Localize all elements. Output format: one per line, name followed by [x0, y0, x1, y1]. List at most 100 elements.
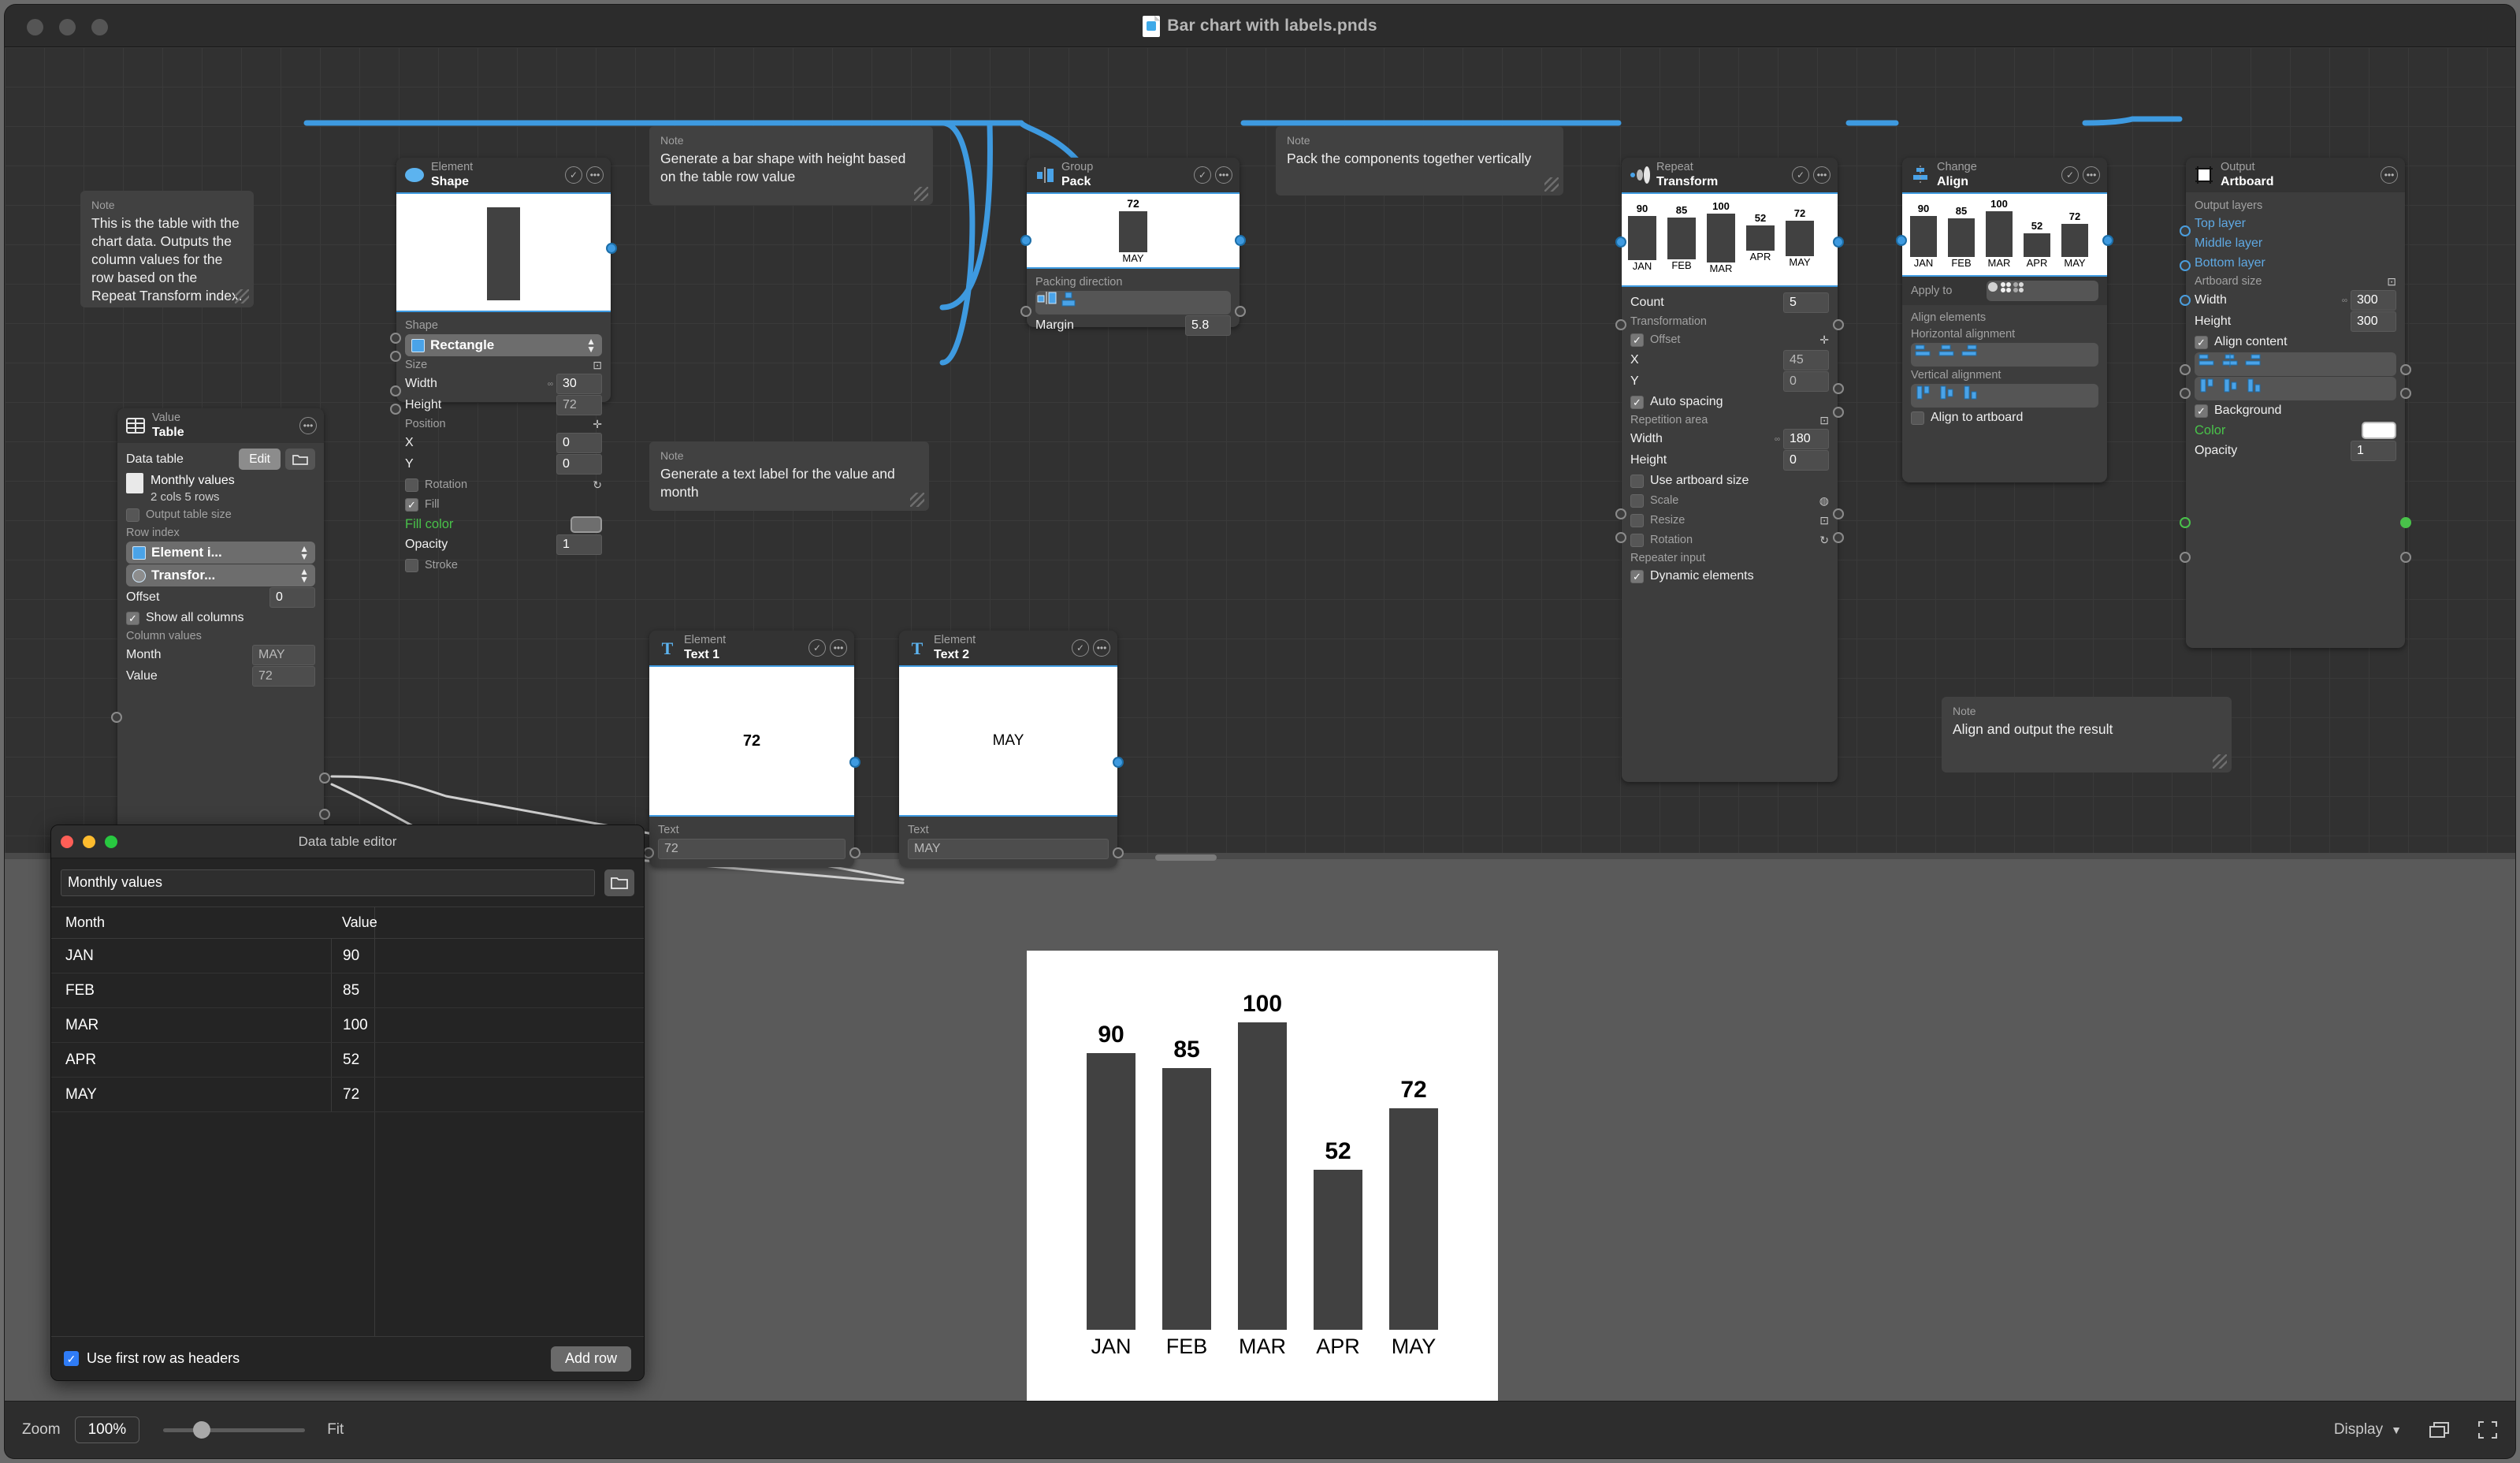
- port-ab-width-out[interactable]: [2400, 364, 2411, 375]
- zoom-slider-track[interactable]: [163, 1428, 306, 1432]
- table-cell-value[interactable]: 100: [331, 1008, 644, 1042]
- x-field[interactable]: 0: [556, 433, 602, 453]
- table-name-input[interactable]: Monthly values: [61, 869, 595, 896]
- artboard-v-align-row[interactable]: [2195, 377, 2396, 400]
- table-cell-value[interactable]: 52: [331, 1043, 644, 1077]
- use-artboard-size-row[interactable]: Use artboard size: [1630, 471, 1829, 490]
- port-repeat-out[interactable]: [1833, 236, 1844, 248]
- resize-row[interactable]: Resize ⊡: [1630, 511, 1829, 530]
- fit-button[interactable]: Fit: [327, 1421, 344, 1439]
- count-row[interactable]: Count 5: [1630, 292, 1829, 313]
- port-ab-height-in[interactable]: [2180, 388, 2191, 399]
- port-width-in[interactable]: [390, 333, 401, 344]
- opacity-field[interactable]: 1: [2351, 441, 2396, 461]
- port-pack-out[interactable]: [1235, 235, 1246, 246]
- opacity-row[interactable]: Opacity 1: [2195, 441, 2396, 461]
- y-field[interactable]: 0: [556, 454, 602, 475]
- port-pack-in[interactable]: [1020, 235, 1031, 246]
- shape-type-dropdown[interactable]: Rectangle ▲ ▼: [405, 334, 602, 356]
- align-top-option[interactable]: [1911, 384, 1935, 408]
- layers-icon[interactable]: [2429, 1420, 2451, 1439]
- rotation-checkbox[interactable]: [1630, 533, 1644, 547]
- fullscreen-icon[interactable]: [2477, 1420, 2498, 1439]
- shape-type-row[interactable]: Rectangle ▲ ▼: [405, 334, 602, 356]
- align-left-option[interactable]: [2195, 352, 2218, 376]
- artboard-v-align-segmented[interactable]: [2195, 377, 2396, 400]
- note-shape[interactable]: Note Generate a bar shape with height ba…: [649, 126, 933, 205]
- ellipsis-icon[interactable]: •••: [830, 639, 847, 657]
- port-repeat-in[interactable]: [1615, 236, 1626, 248]
- fill-checkbox[interactable]: ✓: [405, 497, 418, 512]
- ellipsis-icon[interactable]: •••: [1093, 639, 1110, 657]
- canvas-scrollbar[interactable]: [1155, 854, 1217, 861]
- link-icon[interactable]: ∞: [2340, 296, 2349, 305]
- resize-grip[interactable]: [914, 187, 928, 201]
- align-middle-option[interactable]: [1935, 384, 1958, 408]
- ellipsis-icon[interactable]: •••: [1813, 166, 1831, 184]
- node-artboard[interactable]: Output Artboard ••• Output layers Top la…: [2180, 158, 2411, 648]
- table-row[interactable]: JAN 90: [51, 939, 644, 973]
- resize-grip[interactable]: [2213, 754, 2227, 769]
- x-field[interactable]: 45: [1783, 350, 1829, 370]
- edit-button[interactable]: Edit: [239, 449, 281, 470]
- port-height-in[interactable]: [390, 351, 401, 362]
- text-value-field[interactable]: MAY: [908, 839, 1109, 859]
- folder-icon[interactable]: [285, 449, 315, 470]
- align-left-option[interactable]: [1911, 343, 1935, 367]
- color-row[interactable]: Color: [2195, 421, 2396, 440]
- height-field[interactable]: 72: [556, 395, 602, 415]
- row-index-node-row[interactable]: Transfor... ▲ ▼: [126, 564, 315, 587]
- align-bottom-option[interactable]: [2242, 377, 2265, 400]
- height-field[interactable]: 0: [1783, 450, 1829, 471]
- height-row[interactable]: Height 0: [1630, 450, 1829, 471]
- apply-to-group-option[interactable]: [1999, 281, 2012, 301]
- node-shape[interactable]: Element Shape ✓ ••• Shape Rectangle ▲ ▼ …: [390, 158, 617, 572]
- dynamic-elements-checkbox[interactable]: ✓: [1630, 569, 1644, 583]
- proportion-icon[interactable]: ⊡: [2387, 275, 2396, 289]
- y-row[interactable]: Y 0: [405, 454, 602, 475]
- table-cell-value[interactable]: 72: [331, 1078, 644, 1111]
- move-icon[interactable]: ✛: [1819, 333, 1829, 347]
- width-field[interactable]: 30: [556, 374, 602, 394]
- vertical-alignment-segmented[interactable]: [1911, 384, 2098, 408]
- row-index-source-row[interactable]: Element i... ▲ ▼: [126, 542, 315, 564]
- ellipsis-icon[interactable]: •••: [2083, 166, 2100, 184]
- port-top-layer[interactable]: [2180, 225, 2191, 236]
- output-table-size-row[interactable]: Output table size: [126, 505, 315, 524]
- node-header-buttons[interactable]: ✓ •••: [808, 639, 847, 657]
- node-header[interactable]: Value Table •••: [117, 408, 324, 443]
- ellipsis-icon[interactable]: •••: [299, 417, 317, 434]
- height-row[interactable]: Height 72: [405, 395, 602, 415]
- folder-icon[interactable]: [604, 869, 634, 896]
- align-to-artboard-checkbox[interactable]: [1911, 411, 1924, 425]
- x-row[interactable]: X 45: [1630, 350, 1829, 370]
- resize-grip[interactable]: [235, 289, 249, 303]
- align-content-row[interactable]: ✓ Align content: [2195, 333, 2396, 352]
- data-table[interactable]: Month Value JAN 90 FEB 85 MAR 100 APR 52 MAY 72: [51, 907, 644, 1336]
- packing-horizontal-option[interactable]: [1035, 291, 1059, 315]
- width-field[interactable]: 300: [2351, 290, 2396, 311]
- port-repwidth-in[interactable]: [1615, 508, 1626, 519]
- port-text1-in[interactable]: [643, 847, 654, 858]
- port-offset-in[interactable]: [111, 712, 122, 723]
- dte-traffic-lights[interactable]: [61, 835, 117, 848]
- margin-row[interactable]: Margin 5.8: [1035, 315, 1231, 336]
- row-index-source-dropdown[interactable]: Element i... ▲ ▼: [126, 542, 315, 564]
- apply-to-single-option[interactable]: [1987, 281, 1999, 301]
- height-row[interactable]: Height 300: [2195, 311, 2396, 332]
- ellipsis-icon[interactable]: •••: [2381, 166, 2398, 184]
- node-header-buttons[interactable]: •••: [299, 417, 317, 434]
- dynamic-elements-row[interactable]: ✓ Dynamic elements: [1630, 567, 1829, 586]
- port-align-out[interactable]: [2102, 235, 2113, 246]
- align-content-checkbox[interactable]: ✓: [2195, 335, 2208, 349]
- align-top-option[interactable]: [2195, 377, 2218, 400]
- artboard-h-align-row[interactable]: [2195, 352, 2396, 376]
- port-x-out[interactable]: [1833, 383, 1844, 394]
- opacity-field[interactable]: 1: [556, 534, 602, 555]
- apply-to-segmented[interactable]: [1987, 281, 2098, 301]
- background-row[interactable]: ✓ Background: [2195, 401, 2396, 420]
- y-field[interactable]: 0: [1783, 371, 1829, 392]
- check-circle-icon[interactable]: ✓: [1792, 166, 1809, 184]
- resize-checkbox[interactable]: [1630, 513, 1644, 527]
- port-ab-opacity-in[interactable]: [2180, 552, 2191, 563]
